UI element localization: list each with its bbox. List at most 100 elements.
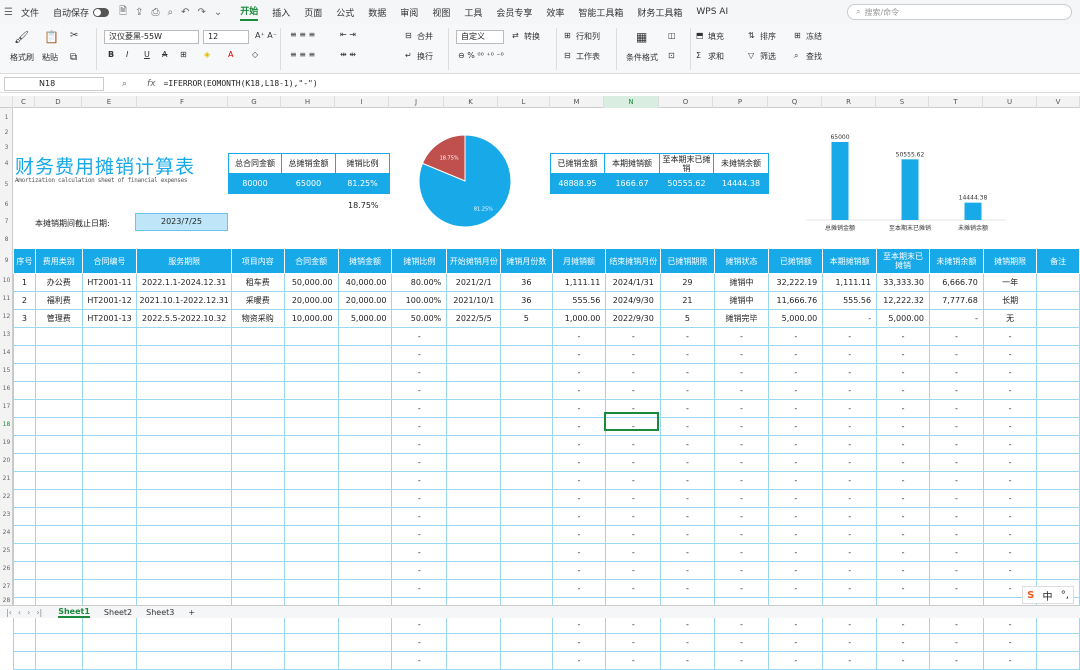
table-cell[interactable]: -: [876, 507, 931, 526]
table-cell[interactable]: [81, 507, 138, 526]
table-cell[interactable]: [337, 489, 393, 508]
table-cell[interactable]: -: [876, 525, 931, 544]
table-cell[interactable]: -: [929, 579, 984, 598]
table-cell[interactable]: [337, 363, 393, 382]
table-cell[interactable]: [81, 381, 138, 400]
table-cell[interactable]: [230, 525, 285, 544]
table-cell[interactable]: [230, 453, 285, 472]
table-cell[interactable]: [136, 453, 232, 472]
table-cell[interactable]: -: [391, 651, 448, 670]
table-cell[interactable]: [283, 579, 339, 598]
table-cell[interactable]: -: [713, 579, 770, 598]
rowcol-button[interactable]: 行和列: [576, 31, 600, 42]
table-cell[interactable]: 摊销完毕: [713, 309, 770, 328]
table-cell[interactable]: -: [929, 309, 984, 328]
table-cell[interactable]: -: [660, 345, 715, 364]
fx-icon[interactable]: fx: [147, 79, 156, 89]
col-header[interactable]: L: [498, 96, 550, 108]
table-cell[interactable]: [136, 399, 232, 418]
row-number[interactable]: 10: [0, 277, 13, 284]
table-cell[interactable]: -: [551, 345, 607, 364]
table-cell[interactable]: [13, 363, 36, 382]
table-cell[interactable]: [446, 399, 502, 418]
table-cell[interactable]: -: [713, 399, 770, 418]
table-cell[interactable]: [81, 363, 138, 382]
sort-button[interactable]: 排序: [760, 31, 776, 42]
table-cell[interactable]: [446, 417, 502, 436]
table-cell[interactable]: [81, 399, 138, 418]
tab-member[interactable]: 会员专享: [496, 6, 532, 19]
table-cell[interactable]: -: [605, 543, 662, 562]
add-sheet-icon[interactable]: +: [188, 608, 195, 617]
table-cell[interactable]: [1036, 561, 1080, 580]
strikethrough-icon[interactable]: A: [162, 50, 167, 59]
table-cell[interactable]: [337, 417, 393, 436]
ime-lang[interactable]: 中: [1043, 588, 1053, 603]
table-cell[interactable]: -: [982, 345, 1038, 364]
table-cell[interactable]: -: [982, 561, 1038, 580]
table-cell[interactable]: 2022/9/30: [605, 309, 662, 328]
col-header[interactable]: K: [444, 96, 498, 108]
table-cell[interactable]: [446, 381, 502, 400]
table-cell[interactable]: [1036, 543, 1080, 562]
table-cell[interactable]: [1036, 273, 1080, 292]
table-cell[interactable]: [136, 489, 232, 508]
row-number[interactable]: 2: [0, 129, 13, 136]
table-header-cell[interactable]: 备注: [1036, 248, 1080, 274]
table-cell[interactable]: -: [929, 633, 984, 652]
row-number[interactable]: 20: [0, 457, 13, 464]
table-cell[interactable]: [13, 399, 36, 418]
table-cell[interactable]: [283, 525, 339, 544]
table-header-cell[interactable]: 摊销月份数: [500, 248, 553, 274]
row-number[interactable]: 8: [0, 236, 13, 243]
col-header[interactable]: V: [1037, 96, 1080, 108]
col-header[interactable]: C: [13, 96, 35, 108]
table-cell[interactable]: [1036, 435, 1080, 454]
table-cell[interactable]: -: [982, 453, 1038, 472]
wrap-icon[interactable]: ↵: [405, 51, 412, 60]
save-icon[interactable]: 🗎: [119, 4, 127, 21]
col-header[interactable]: M: [550, 96, 604, 108]
table-cell[interactable]: 2021/10/1: [446, 291, 502, 310]
col-header[interactable]: I: [335, 96, 389, 108]
col-header[interactable]: F: [137, 96, 228, 108]
table-cell[interactable]: 50,000.00: [283, 273, 339, 292]
table-cell[interactable]: [500, 525, 553, 544]
table-cell[interactable]: -: [713, 363, 770, 382]
table-cell[interactable]: 5: [500, 309, 553, 328]
table-cell[interactable]: -: [876, 561, 931, 580]
table-cell[interactable]: -: [551, 507, 607, 526]
table-cell[interactable]: [34, 399, 83, 418]
table-cell[interactable]: -: [768, 525, 824, 544]
table-cell[interactable]: [230, 579, 285, 598]
table-cell[interactable]: -: [713, 489, 770, 508]
table-cell[interactable]: -: [876, 381, 931, 400]
table-cell[interactable]: HT2001-13: [81, 309, 138, 328]
table-cell[interactable]: -: [982, 525, 1038, 544]
row-number[interactable]: 3: [0, 144, 13, 151]
cutoff-date-input[interactable]: 2023/7/25: [135, 213, 228, 231]
table-cell[interactable]: [81, 453, 138, 472]
table-cell[interactable]: [337, 507, 393, 526]
row-number[interactable]: 12: [0, 313, 13, 320]
fill-color-icon[interactable]: ◈: [204, 50, 210, 59]
preview-icon[interactable]: ⌕: [167, 7, 173, 18]
table-header-cell[interactable]: 合同金额: [283, 248, 339, 274]
table-cell[interactable]: -: [876, 435, 931, 454]
print-icon[interactable]: ⎙: [151, 7, 159, 18]
table-cell[interactable]: -: [929, 471, 984, 490]
summary-value[interactable]: 81.25%: [335, 173, 390, 194]
filter-button[interactable]: 筛选: [760, 51, 776, 62]
table-cell[interactable]: [81, 615, 138, 634]
table-cell[interactable]: -: [660, 543, 715, 562]
table-cell[interactable]: -: [551, 561, 607, 580]
table-cell[interactable]: [283, 435, 339, 454]
table-cell[interactable]: [136, 651, 232, 670]
table-cell[interactable]: -: [713, 651, 770, 670]
number-format-select[interactable]: 自定义: [456, 30, 504, 44]
row-number[interactable]: 7: [0, 218, 13, 225]
tab-smart-toolbox[interactable]: 智能工具箱: [578, 6, 623, 19]
table-cell[interactable]: [1036, 507, 1080, 526]
sum-icon[interactable]: Σ: [696, 51, 701, 60]
percent-icon[interactable]: ⊖ % ⁰⁰ ⁺⁰ ⁻⁰: [458, 51, 504, 60]
